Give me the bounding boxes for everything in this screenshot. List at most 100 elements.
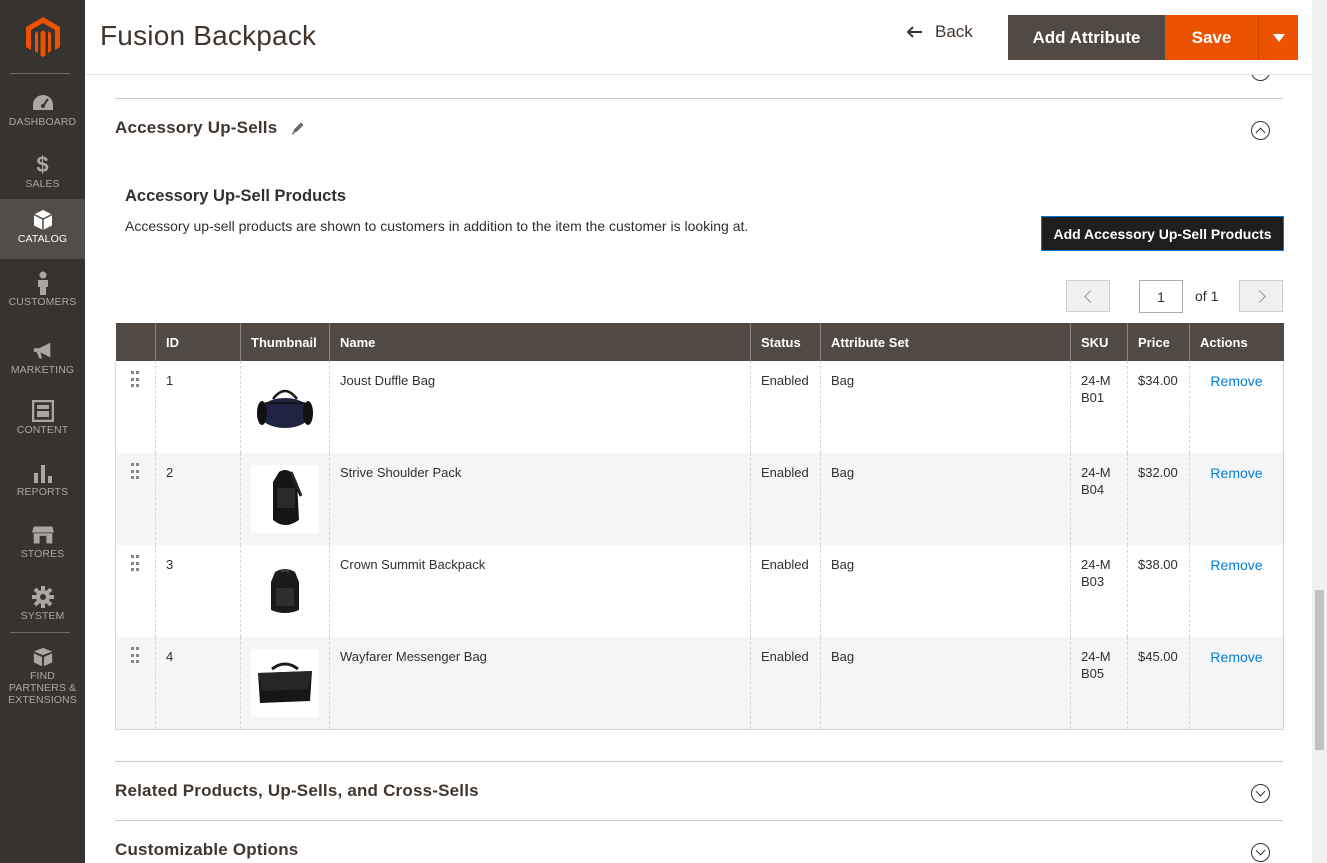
sidebar-item-find-partners[interactable]: FIND PARTNERS & EXTENSIONS — [0, 640, 85, 706]
sku-cell: 24-MB04 — [1070, 453, 1128, 545]
actions-cell: Remove — [1189, 545, 1284, 637]
attribute-set-cell: Bag — [820, 545, 1071, 637]
column-header-status[interactable]: Status — [750, 323, 821, 361]
arrow-left-icon — [907, 26, 922, 38]
section-divider — [115, 98, 1283, 99]
column-header-thumbnail: Thumbnail — [240, 323, 330, 361]
drag-cell — [115, 545, 156, 637]
dashboard-icon — [32, 92, 54, 114]
bar-chart-icon — [32, 462, 54, 484]
actions-cell: Remove — [1189, 361, 1284, 453]
add-upsell-products-button[interactable]: Add Accessory Up-Sell Products — [1041, 216, 1284, 251]
sidebar-item-label: MARKETING — [10, 364, 75, 376]
name-cell: Strive Shoulder Pack — [329, 453, 751, 545]
storefront-icon — [31, 524, 54, 546]
column-header-id[interactable]: ID — [155, 323, 241, 361]
save-button[interactable]: Save — [1165, 15, 1258, 60]
sidebar-item-dashboard[interactable]: DASHBOARD — [0, 86, 85, 148]
remove-link[interactable]: Remove — [1200, 649, 1273, 666]
drag-handle-icon[interactable] — [131, 463, 139, 481]
add-attribute-button[interactable]: Add Attribute — [1008, 15, 1165, 60]
sidebar-item-label: CATALOG — [17, 233, 68, 245]
status-cell: Enabled — [750, 361, 821, 453]
sidebar-item-label: DASHBOARD — [8, 116, 77, 128]
drag-handle-icon[interactable] — [131, 647, 139, 665]
boxes-icon — [32, 646, 54, 668]
price-cell: $32.00 — [1127, 453, 1190, 545]
sidebar-item-label: FIND PARTNERS & EXTENSIONS — [8, 670, 77, 706]
thumbnail-cell — [240, 453, 330, 545]
section-title-accessory-upsells[interactable]: Accessory Up-Sells — [115, 118, 277, 138]
remove-link[interactable]: Remove — [1200, 557, 1273, 574]
product-thumbnail — [251, 649, 319, 717]
remove-link[interactable]: Remove — [1200, 465, 1273, 482]
table-row: 3 Crown Summit Backpack Enabled Bag 24-M… — [115, 545, 1284, 637]
customizable-options-expand-toggle[interactable] — [1251, 843, 1270, 862]
sidebar-item-label: CUSTOMERS — [8, 296, 77, 308]
chevron-left-icon — [1083, 289, 1097, 303]
admin-sidebar: DASHBOARD $ SALES CATALOG CUSTOMERS MARK… — [0, 0, 85, 863]
product-thumbnail — [251, 373, 319, 441]
id-cell: 1 — [155, 361, 241, 453]
chevron-down-icon — [1255, 786, 1266, 797]
back-button[interactable]: Back — [907, 22, 973, 42]
gear-icon — [31, 586, 54, 608]
section-collapse-toggle[interactable] — [1251, 121, 1270, 140]
sidebar-item-stores[interactable]: STORES — [0, 518, 85, 580]
table-row: 1 Joust Duffle Bag Enabled Bag 24-MB01 $… — [115, 361, 1284, 453]
pager-page-input[interactable] — [1139, 280, 1183, 313]
related-section-expand-toggle[interactable] — [1251, 784, 1270, 803]
sku-cell: 24-MB03 — [1070, 545, 1128, 637]
save-options-toggle[interactable] — [1258, 15, 1298, 60]
megaphone-icon — [32, 340, 54, 362]
drag-cell — [115, 361, 156, 453]
section-title-related-products[interactable]: Related Products, Up-Sells, and Cross-Se… — [115, 781, 479, 801]
attribute-set-cell: Bag — [820, 453, 1071, 545]
actions-cell: Remove — [1189, 453, 1284, 545]
status-cell: Enabled — [750, 453, 821, 545]
column-header-price[interactable]: Price — [1127, 323, 1190, 361]
attribute-set-cell: Bag — [820, 361, 1071, 453]
sidebar-divider — [10, 73, 70, 74]
sidebar-item-label: STORES — [20, 548, 65, 560]
drag-cell — [115, 453, 156, 545]
pager-prev-button[interactable] — [1066, 280, 1110, 312]
section-title-customizable-options[interactable]: Customizable Options — [115, 840, 298, 860]
name-cell: Crown Summit Backpack — [329, 545, 751, 637]
id-cell: 3 — [155, 545, 241, 637]
sidebar-item-customers[interactable]: CUSTOMERS — [0, 266, 85, 328]
chevron-right-icon — [1252, 289, 1266, 303]
actions-cell: Remove — [1189, 637, 1284, 730]
magento-logo[interactable] — [0, 0, 85, 74]
price-cell: $45.00 — [1127, 637, 1190, 730]
drag-handle-icon[interactable] — [131, 371, 139, 389]
duffle-bag-image — [257, 389, 313, 428]
column-header-actions: Actions — [1189, 323, 1284, 361]
status-cell: Enabled — [750, 637, 821, 730]
sidebar-item-reports[interactable]: REPORTS — [0, 456, 85, 518]
remove-link[interactable]: Remove — [1200, 373, 1273, 390]
pager-next-button[interactable] — [1239, 280, 1283, 312]
status-cell: Enabled — [750, 545, 821, 637]
column-header-attribute-set[interactable]: Attribute Set — [820, 323, 1071, 361]
magento-logo-icon — [25, 17, 60, 57]
name-cell: Wayfarer Messenger Bag — [329, 637, 751, 730]
page-scrollbar[interactable] — [1312, 0, 1327, 863]
column-header-sku[interactable]: SKU — [1070, 323, 1128, 361]
id-cell: 2 — [155, 453, 241, 545]
section-divider — [115, 761, 1283, 762]
column-header-name[interactable]: Name — [329, 323, 751, 361]
sidebar-item-marketing[interactable]: MARKETING — [0, 334, 85, 396]
drag-handle-icon[interactable] — [131, 555, 139, 573]
table-header-row: ID Thumbnail Name Status Attribute Set S… — [115, 323, 1284, 361]
scrollbar-thumb[interactable] — [1315, 590, 1324, 750]
sidebar-item-catalog[interactable]: CATALOG — [0, 199, 85, 259]
person-icon — [32, 271, 54, 295]
pencil-icon[interactable] — [290, 120, 306, 136]
sidebar-item-content[interactable]: CONTENT — [0, 394, 85, 456]
upsell-products-description: Accessory up-sell products are shown to … — [125, 218, 749, 234]
upsell-products-heading: Accessory Up-Sell Products — [125, 187, 346, 205]
column-header-drag — [115, 323, 156, 361]
page-header: Fusion Backpack Back Add Attribute Save — [85, 0, 1312, 75]
price-cell: $34.00 — [1127, 361, 1190, 453]
